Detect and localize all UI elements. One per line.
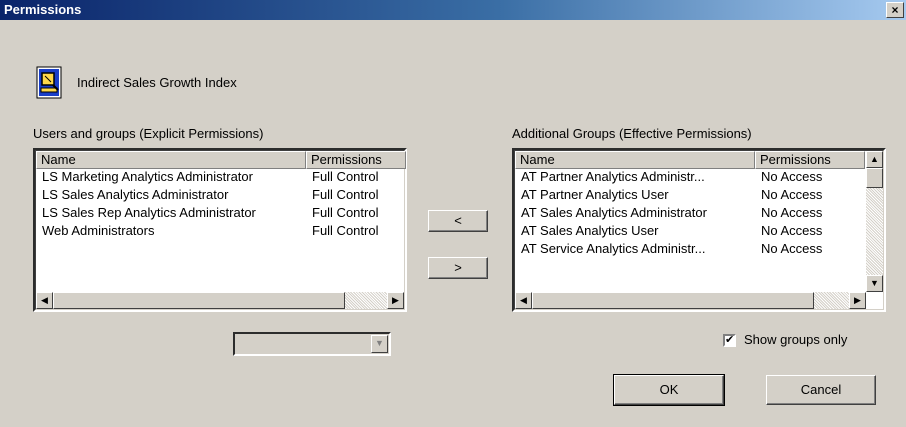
- column-header-permissions[interactable]: Permissions: [755, 151, 865, 169]
- scroll-thumb[interactable]: [532, 292, 814, 309]
- cancel-button[interactable]: Cancel: [766, 375, 876, 405]
- object-name: Indirect Sales Growth Index: [77, 75, 237, 90]
- explicit-permissions-list[interactable]: Name Permissions LS Marketing Analytics …: [33, 148, 407, 312]
- report-magnifier-icon: [36, 66, 64, 100]
- permission-select[interactable]: ▼: [233, 332, 391, 356]
- scroll-down-icon[interactable]: ▼: [866, 275, 883, 292]
- list-item[interactable]: AT Partner Analytics User No Access: [521, 186, 861, 204]
- move-left-button[interactable]: <: [428, 210, 488, 232]
- title-bar: Permissions ×: [0, 0, 906, 20]
- vertical-scrollbar[interactable]: ▲ ▼: [866, 151, 883, 292]
- list-item[interactable]: LS Marketing Analytics Administrator Ful…: [42, 168, 402, 186]
- effective-permissions-label: Additional Groups (Effective Permissions…: [512, 126, 752, 141]
- scroll-thumb[interactable]: [53, 292, 345, 309]
- list-item[interactable]: LS Sales Rep Analytics Administrator Ful…: [42, 204, 402, 222]
- list-item[interactable]: AT Service Analytics Administr... No Acc…: [521, 240, 861, 258]
- chevron-down-icon[interactable]: ▼: [371, 335, 388, 353]
- list-item[interactable]: AT Partner Analytics Administr... No Acc…: [521, 168, 861, 186]
- list-item[interactable]: LS Sales Analytics Administrator Full Co…: [42, 186, 402, 204]
- show-groups-only-checkbox[interactable]: ✔: [723, 334, 736, 347]
- effective-permissions-list[interactable]: Name Permissions AT Partner Analytics Ad…: [512, 148, 886, 312]
- horizontal-scrollbar[interactable]: ◀ ▶: [36, 292, 404, 309]
- column-header-name[interactable]: Name: [515, 151, 755, 169]
- ok-button[interactable]: OK: [613, 374, 725, 406]
- show-groups-only-label[interactable]: Show groups only: [744, 332, 847, 347]
- horizontal-scrollbar[interactable]: ◀ ▶: [515, 292, 866, 309]
- explicit-permissions-label: Users and groups (Explicit Permissions): [33, 126, 264, 141]
- scroll-left-icon[interactable]: ◀: [515, 292, 532, 309]
- list-item[interactable]: Web Administrators Full Control: [42, 222, 402, 240]
- window-title: Permissions: [4, 2, 82, 17]
- list-item[interactable]: AT Sales Analytics Administrator No Acce…: [521, 204, 861, 222]
- scroll-right-icon[interactable]: ▶: [387, 292, 404, 309]
- list-item[interactable]: AT Sales Analytics User No Access: [521, 222, 861, 240]
- scroll-thumb[interactable]: [866, 168, 883, 188]
- scroll-right-icon[interactable]: ▶: [849, 292, 866, 309]
- move-right-button[interactable]: >: [428, 257, 488, 279]
- scroll-left-icon[interactable]: ◀: [36, 292, 53, 309]
- column-header-permissions[interactable]: Permissions: [306, 151, 406, 169]
- scroll-up-icon[interactable]: ▲: [866, 151, 883, 168]
- column-header-name[interactable]: Name: [36, 151, 306, 169]
- close-icon[interactable]: ×: [886, 2, 904, 18]
